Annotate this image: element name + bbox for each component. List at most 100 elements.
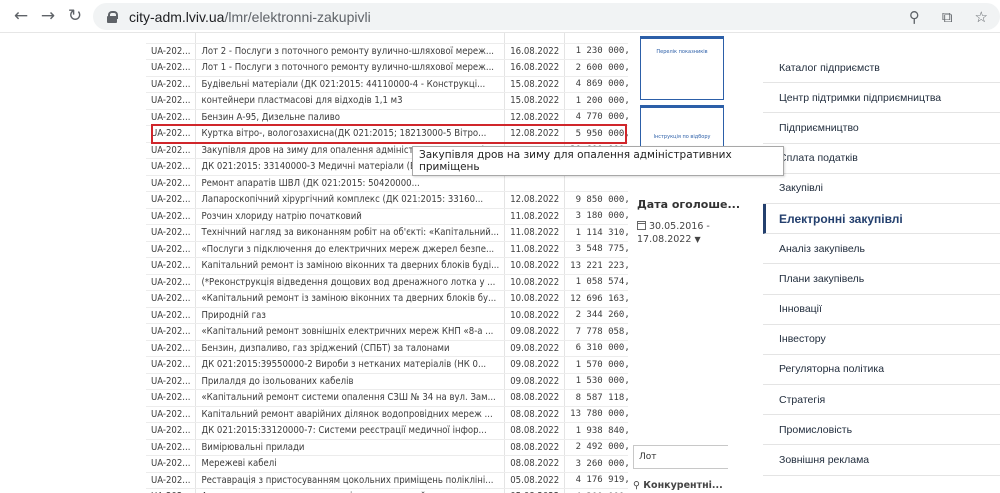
indicators-thumbnail[interactable]: Перелік показників bbox=[640, 36, 724, 100]
procurement-id: UA-202... bbox=[146, 125, 196, 143]
expected-amount: 4 869 000,00 bbox=[564, 76, 628, 93]
procurement-id: UA-202... bbox=[146, 455, 196, 473]
calendar-icon bbox=[637, 221, 646, 230]
procurement-id: UA-202... bbox=[146, 323, 196, 341]
table-row[interactable]: UA-202... «Капітальний ремонт системи опа… bbox=[146, 389, 628, 407]
lot-filter[interactable]: Лот bbox=[633, 445, 728, 469]
expected-amount: 3 548 775,60 bbox=[564, 241, 628, 258]
table-row[interactable]: UA-202... Природній газ 10.08.2022 2 344 26… bbox=[146, 307, 628, 324]
url-text[interactable]: city-adm.lviv.ua/lmr/elektronni-zakupivl… bbox=[129, 9, 371, 25]
procurement-id: UA-202... bbox=[146, 59, 196, 77]
table-row[interactable]: UA-202... контейнери пластмасові для відх… bbox=[146, 92, 628, 110]
procurement-name: Лот 2 - Послуги з поточного ремонту вули… bbox=[195, 43, 505, 60]
expected-amount: 3 260 000,00 bbox=[564, 455, 628, 473]
procurement-id: UA-202... bbox=[146, 340, 196, 357]
nav-item[interactable]: Електронні закупівлі bbox=[763, 203, 1000, 235]
announcement-date: 15.08.2022 bbox=[504, 92, 565, 110]
thumbnail-label: Перелік показників bbox=[656, 49, 708, 55]
bookmark-star-icon[interactable]: ☆ bbox=[975, 8, 988, 26]
expected-amount: 8 587 118,00 bbox=[564, 389, 628, 407]
table-row[interactable]: UA-202... (*Реконструкція відведення дощо… bbox=[146, 274, 628, 291]
table-row[interactable]: UA-202... Капітальний ремонт аварійних ді… bbox=[146, 406, 628, 423]
procurement-id: UA-202... bbox=[146, 373, 196, 390]
procurement-name: «Капітальний ремонт системи опалення СЗШ… bbox=[195, 389, 505, 407]
nav-item[interactable]: Підприємництво bbox=[763, 113, 1000, 144]
table-row[interactable]: UA-202... Бензин А-95, Дизельне паливо 12.… bbox=[146, 109, 628, 126]
competitive-search[interactable]: ⚲ Конкурентні... bbox=[633, 480, 723, 491]
expected-amount: 1 938 840,00 bbox=[564, 422, 628, 440]
lock-icon[interactable] bbox=[107, 10, 118, 23]
procurement-name: «Капітальний ремонт зовнішніх електрични… bbox=[195, 323, 505, 341]
procurement-id: UA-202... bbox=[146, 488, 196, 493]
table-row[interactable]: UA-202... Вимірювальні прилади 08.08.2022 2… bbox=[146, 439, 628, 456]
expected-amount: 2 600 000,00 bbox=[564, 59, 628, 77]
table-row[interactable]: UA-202... Реставрація з пристосуванням цо… bbox=[146, 472, 628, 489]
expected-amount: 6 310 000,00 bbox=[564, 340, 628, 357]
reload-icon[interactable]: ↻ bbox=[63, 4, 87, 28]
expected-amount: 2 344 260,00 bbox=[564, 307, 628, 324]
announcement-date: 05.08.2022 bbox=[504, 488, 565, 493]
nav-item[interactable]: Аналіз закупівель bbox=[763, 234, 1000, 265]
table-row[interactable]: UA-202... Будівельні матеріали (ДК 021:20… bbox=[146, 76, 628, 93]
procurement-id: UA-202... bbox=[146, 208, 196, 225]
nav-item[interactable]: Зовнішня реклама bbox=[763, 445, 1000, 476]
announcement-date: 16.08.2022 bbox=[504, 59, 565, 77]
table-row[interactable]: UA-202... Мережеві кабелі 08.08.2022 3 260 … bbox=[146, 455, 628, 473]
nav-item[interactable]: Інновації bbox=[763, 295, 1000, 325]
nav-item[interactable]: Сплата податків bbox=[763, 144, 1000, 174]
table-row[interactable]: UA-202... Технічний нагляд за виконанням … bbox=[146, 224, 628, 242]
nav-item[interactable]: Плани закупівель bbox=[763, 264, 1000, 295]
procurement-name: (*Реконструкція відведення дощових вод д… bbox=[195, 274, 505, 291]
expected-amount: 13 221 223,20 bbox=[564, 257, 628, 275]
procurement-id: UA-202... bbox=[146, 175, 196, 192]
date-range-filter[interactable]: 30.05.2016 - 17.08.2022 ▼ bbox=[637, 220, 747, 246]
nav-item[interactable]: Центр підтримки підприємництва bbox=[763, 83, 1000, 114]
table-row[interactable]: UA-202... «Капітальний ремонт із заміною … bbox=[146, 290, 628, 308]
share-icon[interactable]: ⧉ bbox=[942, 8, 953, 26]
table-row[interactable]: UA-202... Бензин, дизпаливо, газ зріджени… bbox=[146, 340, 628, 357]
nav-item[interactable]: Промисловість bbox=[763, 415, 1000, 446]
chevron-down-icon[interactable]: ▼ bbox=[694, 235, 700, 244]
expected-amount: 4 176 919,20 bbox=[564, 472, 628, 489]
announcement-date: 09.08.2022 bbox=[504, 323, 565, 341]
expected-amount: 4 770 000,00 bbox=[564, 109, 628, 126]
search-label: Конкурентні... bbox=[643, 480, 723, 491]
table-row[interactable]: UA-202... Прилалдя до ізольованих кабелів… bbox=[146, 373, 628, 390]
nav-item[interactable]: Каталог підприємств bbox=[763, 53, 1000, 84]
zoom-icon[interactable]: ⚲ bbox=[909, 8, 920, 26]
table-row[interactable]: UA-202... Розчин хлориду натрію початкови… bbox=[146, 208, 628, 225]
table-row[interactable]: UA-202... «Капітальний ремонт зовнішніх е… bbox=[146, 323, 628, 341]
procurement-id: UA-202... bbox=[146, 307, 196, 324]
nav-item[interactable]: Інвестору bbox=[763, 325, 1000, 355]
announcement-date: 08.08.2022 bbox=[504, 389, 565, 407]
forward-arrow-icon[interactable]: → bbox=[36, 4, 60, 28]
address-bar[interactable]: city-adm.lviv.ua/lmr/elektronni-zakupivl… bbox=[93, 3, 1000, 30]
table-row[interactable]: UA-202... Лапароскопічний хірургічний ком… bbox=[146, 191, 628, 209]
expected-amount: 1 058 574,00 bbox=[564, 274, 628, 291]
table-row[interactable]: UA-202... Лот 2 - Послуги з поточного рем… bbox=[146, 43, 628, 60]
procurement-id: UA-202... bbox=[146, 109, 196, 126]
procurement-id: UA-202... bbox=[146, 356, 196, 374]
announcement-date: 12.08.2022 bbox=[504, 191, 565, 209]
procurement-id: UA-202... bbox=[146, 257, 196, 275]
procurement-name: Лапароскопічний хірургічний комплекс (ДК… bbox=[195, 191, 505, 209]
table-row[interactable]: UA-202... ДК 021:2015:33120000-7: Системи… bbox=[146, 422, 628, 440]
table-row[interactable]: UA-202... Лот 1 - Послуги з поточного рем… bbox=[146, 59, 628, 77]
procurement-name: Будівельні матеріали (ДК 021:2015: 44110… bbox=[195, 76, 505, 93]
announcement-date: 10.08.2022 bbox=[504, 274, 565, 291]
expected-amount: 1 200 000,00 bbox=[564, 92, 628, 110]
nav-item[interactable]: Закупівлі bbox=[763, 174, 1000, 204]
nav-item[interactable]: Регуляторна політика bbox=[763, 355, 1000, 386]
table-row[interactable]: UA-202... Капітальний ремонт із заміною в… bbox=[146, 257, 628, 275]
table-row[interactable]: UA-202... «Послуги з підключення до елект… bbox=[146, 241, 628, 258]
announcement-date: 08.08.2022 bbox=[504, 439, 565, 456]
nav-item[interactable]: Стратегія bbox=[763, 385, 1000, 416]
announcement-date bbox=[504, 175, 565, 192]
back-arrow-icon[interactable]: ← bbox=[9, 4, 33, 28]
table-row[interactable]: UA-202... Куртка вітро-, вологозахисна(ДК… bbox=[146, 125, 628, 143]
lot-label: Лот bbox=[639, 452, 657, 462]
table-row[interactable]: UA-202... ДК 021:2015:39550000-2 Вироби з… bbox=[146, 356, 628, 374]
table-row[interactable]: UA-202... Ремонт апаратів ШВЛ (ДК 021:201… bbox=[146, 175, 628, 192]
announcement-date: 15.08.2022 bbox=[504, 76, 565, 93]
table-row[interactable]: UA-202...Апаратура для передавання радіо… bbox=[146, 488, 628, 493]
